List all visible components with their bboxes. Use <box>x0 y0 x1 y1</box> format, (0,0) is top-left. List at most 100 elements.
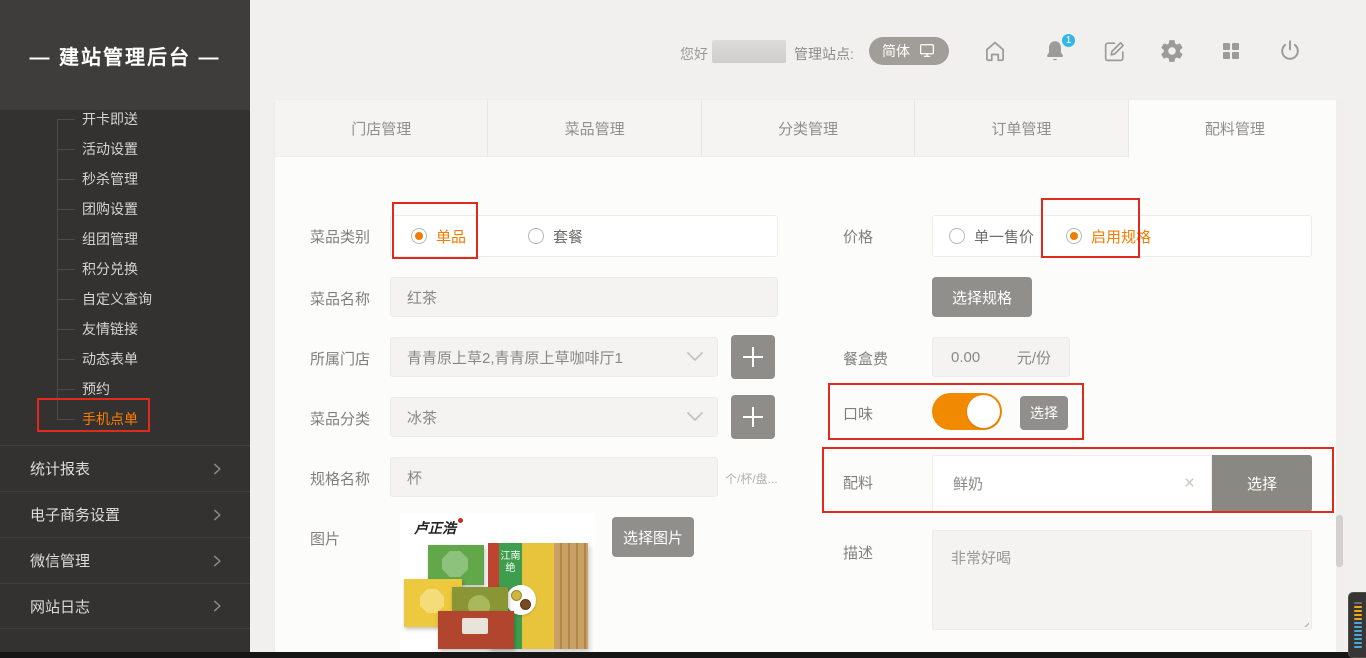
sidebar-item-activity-settings[interactable]: 活动设置 <box>0 134 250 164</box>
sidebar-sections: 统计报表 电子商务设置 微信管理 网站日志 <box>0 445 250 629</box>
chevron-right-icon <box>210 599 224 613</box>
tab-ingredient-management[interactable]: 配料管理 <box>1129 100 1341 157</box>
app-logo: — 建站管理后台 — <box>0 0 250 110</box>
managed-site-label: 管理站点: <box>794 44 854 64</box>
recorder-level-stripe <box>1354 642 1362 644</box>
recorder-level-stripe <box>1354 602 1362 604</box>
username-redacted <box>712 40 786 63</box>
spec-name-value: 杯 <box>407 467 422 488</box>
chevron-right-icon <box>210 508 224 522</box>
tab-bar: 门店管理 菜品管理 分类管理 订单管理 配料管理 <box>275 100 1341 157</box>
dish-name-value: 红茶 <box>407 287 437 308</box>
sidebar-section-wechat-management[interactable]: 微信管理 <box>0 537 250 583</box>
dish-type-label: 菜品类别 <box>310 226 370 247</box>
sidebar-item-reservation[interactable]: 预约 <box>0 374 250 404</box>
radio-set-meal[interactable] <box>528 228 544 244</box>
radio-single-price-label[interactable]: 单一售价 <box>974 226 1034 247</box>
box-fee-value: 0.00 <box>951 349 980 366</box>
section-label: 电子商务设置 <box>30 504 210 525</box>
store-label: 所属门店 <box>310 348 370 369</box>
recorder-level-stripe <box>1354 606 1362 608</box>
ingredient-label: 配料 <box>843 472 873 493</box>
sidebar-item-points-exchange[interactable]: 积分兑换 <box>0 254 250 284</box>
tea-box-red <box>438 611 514 649</box>
ingredient-value: 鲜奶 <box>953 473 983 494</box>
section-label: 网站日志 <box>30 596 210 617</box>
description-value: 非常好喝 <box>951 550 1011 567</box>
radio-single-item-label[interactable]: 单品 <box>436 226 466 247</box>
select-spec-button[interactable]: 选择规格 <box>932 277 1032 317</box>
recorder-level-stripe <box>1354 622 1362 624</box>
notification-badge: 1 <box>1060 32 1077 49</box>
tab-category-management[interactable]: 分类管理 <box>702 100 915 157</box>
ingredient-select-button[interactable]: 选择 <box>1212 455 1312 512</box>
box-fee-label: 餐盒费 <box>843 348 888 369</box>
bottom-edge-strip <box>0 652 1366 658</box>
gear-icon[interactable] <box>1158 37 1186 65</box>
sidebar-item-dynamic-forms[interactable]: 动态表单 <box>0 344 250 374</box>
spec-name-hint: 个/杯/盘... <box>725 470 778 487</box>
dish-image: 卢正浩 江南 绝 <box>400 513 595 653</box>
tab-store-management[interactable]: 门店管理 <box>275 100 488 157</box>
language-pill-label: 简体 <box>882 41 910 61</box>
greeting-text: 您好 <box>680 44 708 64</box>
scrollbar-track[interactable] <box>1336 100 1343 658</box>
dish-name-label: 菜品名称 <box>310 288 370 309</box>
sidebar-item-group-management[interactable]: 组团管理 <box>0 224 250 254</box>
add-store-button[interactable] <box>731 335 775 379</box>
add-category-button[interactable] <box>731 395 775 439</box>
flavor-toggle[interactable] <box>932 393 1002 430</box>
sidebar-item-open-card-gift[interactable]: 开卡即送 <box>0 104 250 134</box>
apps-icon[interactable] <box>1217 37 1245 65</box>
sidebar-item-friendly-links[interactable]: 友情链接 <box>0 314 250 344</box>
ingredient-input[interactable]: 鲜奶 × <box>932 455 1212 512</box>
box-fee-input[interactable]: 0.00 元/份 <box>932 337 1070 377</box>
clear-icon[interactable]: × <box>1184 473 1195 495</box>
power-icon[interactable] <box>1276 37 1304 65</box>
edit-icon[interactable] <box>1100 37 1128 65</box>
flavor-label: 口味 <box>843 403 873 424</box>
sidebar-item-groupbuy-settings[interactable]: 团购设置 <box>0 194 250 224</box>
price-label: 价格 <box>843 226 873 247</box>
tab-order-management[interactable]: 订单管理 <box>915 100 1128 157</box>
sidebar-item-mobile-ordering[interactable]: 手机点单 <box>0 404 250 434</box>
dish-name-input[interactable]: 红茶 <box>390 277 778 317</box>
radio-enable-spec-label[interactable]: 启用规格 <box>1091 226 1151 247</box>
store-select[interactable]: 青青原上草2,青青原上草咖啡厅1 <box>390 337 718 377</box>
chevron-right-icon <box>210 462 224 476</box>
sidebar-submenu: 开卡即送 活动设置 秒杀管理 团购设置 组团管理 积分兑换 自定义查询 友情链接… <box>0 104 250 434</box>
box-text-jue: 绝 <box>499 563 522 575</box>
content-card: 门店管理 菜品管理 分类管理 订单管理 配料管理 菜品类别 单品 套餐 菜品名称… <box>275 100 1341 658</box>
section-label: 微信管理 <box>30 550 210 571</box>
chevron-down-icon <box>687 409 703 426</box>
spec-name-input[interactable]: 杯 <box>390 457 718 497</box>
sidebar-item-custom-query[interactable]: 自定义查询 <box>0 284 250 314</box>
category-select[interactable]: 冰茶 <box>390 397 718 437</box>
description-textarea[interactable]: 非常好喝 <box>932 530 1312 630</box>
sidebar: — 建站管理后台 — 开卡即送 活动设置 秒杀管理 团购设置 组团管理 积分兑换… <box>0 0 250 658</box>
flavor-select-button[interactable]: 选择 <box>1020 396 1068 430</box>
pick-image-button[interactable]: 选择图片 <box>612 517 694 557</box>
sidebar-section-ecommerce-settings[interactable]: 电子商务设置 <box>0 491 250 537</box>
recorder-widget[interactable] <box>1348 592 1366 658</box>
brand-logo: 卢正浩 <box>414 518 463 538</box>
description-label: 描述 <box>843 542 873 563</box>
sidebar-section-statistics-report[interactable]: 统计报表 <box>0 445 250 491</box>
sidebar-section-website-logs[interactable]: 网站日志 <box>0 583 250 629</box>
radio-single-item[interactable] <box>411 228 427 244</box>
image-label: 图片 <box>310 528 340 549</box>
price-radio-group: 单一售价 启用规格 <box>932 215 1312 257</box>
tab-dish-management[interactable]: 菜品管理 <box>488 100 701 157</box>
scrollbar-thumb[interactable] <box>1336 515 1343 567</box>
chevron-right-icon <box>210 554 224 568</box>
recorder-level-stripe <box>1354 610 1362 612</box>
radio-single-price[interactable] <box>949 228 965 244</box>
recorder-level-stripe <box>1354 646 1362 648</box>
radio-enable-spec[interactable] <box>1066 228 1082 244</box>
recorder-level-stripe <box>1354 618 1362 620</box>
home-icon[interactable] <box>981 37 1009 65</box>
chevron-down-icon <box>687 349 703 366</box>
language-pill-button[interactable]: 简体 <box>869 37 949 65</box>
radio-set-meal-label[interactable]: 套餐 <box>553 226 583 247</box>
sidebar-item-seckill-management[interactable]: 秒杀管理 <box>0 164 250 194</box>
